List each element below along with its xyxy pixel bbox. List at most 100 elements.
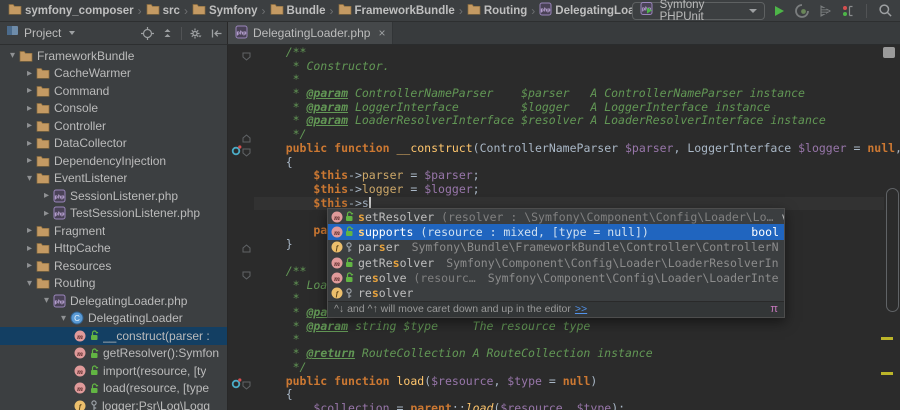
- folder-icon: [36, 225, 50, 237]
- folder-icon: [36, 242, 50, 254]
- chevron-right-icon[interactable]: ▸: [23, 85, 36, 96]
- run-with-coverage-icon[interactable]: [793, 2, 811, 20]
- close-icon[interactable]: ×: [378, 26, 385, 40]
- attach-to-process-icon[interactable]: [839, 2, 857, 20]
- completion-item[interactable]: msetResolver (resolver : \Symfony\Compon…: [328, 209, 784, 224]
- chevron-down-icon[interactable]: ▾: [40, 295, 53, 306]
- fold-marker-icon[interactable]: [242, 377, 251, 395]
- lock-icon: [345, 211, 354, 222]
- chevron-right-icon[interactable]: ▸: [23, 225, 36, 236]
- completion-hint-link[interactable]: >>: [575, 303, 587, 315]
- phpunit-run-config-icon: php: [640, 2, 654, 19]
- inspection-status-indicator[interactable]: [883, 47, 895, 58]
- search-everywhere-icon[interactable]: [876, 2, 894, 20]
- tree-item[interactable]: ▸phpTestSessionListener.php: [0, 205, 227, 223]
- completion-item[interactable]: fparserSymfony\Bundle\FrameworkBundle\Co…: [328, 240, 784, 255]
- tree-item[interactable]: ▾Routing: [0, 275, 227, 293]
- tree-item-label: getResolver():Symfon: [103, 346, 219, 360]
- tree-item[interactable]: ▸Controller: [0, 117, 227, 135]
- hide-icon[interactable]: [210, 27, 223, 40]
- tree-item[interactable]: m__construct(parser :: [0, 327, 227, 345]
- project-panel-header[interactable]: Project: [0, 22, 228, 45]
- chevron-down-icon[interactable]: ▾: [6, 50, 19, 61]
- tree-item[interactable]: ▸Fragment: [0, 222, 227, 240]
- warning-stripe-mark[interactable]: [881, 372, 893, 375]
- code-line: $this->parser = $parser;: [228, 169, 884, 183]
- breadcrumb-item[interactable]: Bundle: [270, 3, 326, 18]
- tree-item[interactable]: ▾EventListener: [0, 170, 227, 188]
- chevron-down-icon[interactable]: ▾: [23, 173, 36, 184]
- method-icon: m: [74, 330, 86, 342]
- breadcrumb-item[interactable]: symfony_composer: [8, 3, 134, 18]
- breadcrumb-separator: ›: [184, 4, 188, 18]
- tree-item[interactable]: ▸DataCollector: [0, 135, 227, 153]
- tree-item[interactable]: flogger:Psr\Log\Logg: [0, 397, 227, 410]
- text-caret: [369, 197, 371, 209]
- chevron-right-icon[interactable]: ▸: [23, 103, 36, 114]
- completion-params: (resource : mixed, [type = null]): [413, 225, 648, 239]
- tree-item[interactable]: ▸phpSessionListener.php: [0, 187, 227, 205]
- run-configuration-select[interactable]: php Symfony PHPUnit: [632, 2, 765, 20]
- chevron-down-icon[interactable]: [69, 31, 75, 35]
- chevron-right-icon[interactable]: ▸: [23, 243, 36, 254]
- code-line: public function load($resource, $type = …: [228, 375, 884, 389]
- override-method-icon[interactable]: [231, 143, 242, 161]
- fold-marker-icon[interactable]: [242, 48, 251, 66]
- chevron-right-icon[interactable]: ▸: [40, 208, 53, 219]
- collapse-icon[interactable]: [161, 27, 174, 40]
- chevron-right-icon[interactable]: ▸: [23, 120, 36, 131]
- chevron-down-icon[interactable]: ▾: [23, 278, 36, 289]
- php-file-icon: php: [235, 25, 248, 42]
- tree-item-label: Command: [54, 84, 109, 98]
- tree-item[interactable]: ▸DependencyInjection: [0, 152, 227, 170]
- run-with-profiler-icon[interactable]: [816, 2, 834, 20]
- code-editor[interactable]: /** * Constructor. * * @param Controller…: [228, 45, 900, 410]
- completion-item[interactable]: mresolve (resourc…Symfony\Component\Conf…: [328, 270, 784, 285]
- fold-marker-icon[interactable]: [242, 144, 251, 162]
- main-toolbar: symfony_composer›src›Symfony›Bundle›Fram…: [0, 0, 900, 22]
- breadcrumb-item[interactable]: Symfony: [192, 3, 258, 18]
- tree-item[interactable]: ▸Resources: [0, 257, 227, 275]
- code-line: {: [228, 388, 884, 402]
- chevron-down-icon: [749, 9, 757, 13]
- breadcrumb-item[interactable]: Routing: [467, 3, 527, 18]
- locate-icon[interactable]: [141, 27, 154, 40]
- chevron-right-icon[interactable]: ▸: [23, 260, 36, 271]
- tree-item[interactable]: ▾CDelegatingLoader: [0, 310, 227, 328]
- tree-item[interactable]: mimport(resource, [ty: [0, 362, 227, 380]
- folder-icon: [36, 85, 50, 97]
- scrollbar-thumb[interactable]: [886, 188, 899, 312]
- breadcrumb-item[interactable]: src: [146, 3, 180, 18]
- chevron-right-icon[interactable]: ▸: [23, 68, 36, 79]
- tree-item[interactable]: mload(resource, [type: [0, 380, 227, 398]
- completion-type-info: Symfony\Component\Config\Loader\LoaderRe…: [446, 256, 779, 270]
- fold-marker-icon[interactable]: [242, 267, 251, 285]
- run-icon[interactable]: [770, 2, 788, 20]
- chevron-down-icon[interactable]: ▾: [57, 313, 70, 324]
- chevron-right-icon[interactable]: ▸: [23, 138, 36, 149]
- chevron-right-icon[interactable]: ▸: [23, 155, 36, 166]
- tab-delegatingloader[interactable]: php DelegatingLoader.php ×: [228, 22, 393, 44]
- svg-text:m: m: [334, 274, 340, 283]
- completion-item[interactable]: mgetResolverSymfony\Component\Config\Loa…: [328, 255, 784, 270]
- breadcrumb-item[interactable]: phpDelegatingLoader.php: [539, 2, 631, 19]
- folder-icon: [36, 102, 50, 114]
- settings-icon[interactable]: [189, 27, 203, 40]
- tree-item[interactable]: ▾FrameworkBundle: [0, 47, 227, 65]
- warning-stripe-mark[interactable]: [881, 337, 893, 340]
- tree-item[interactable]: mgetResolver():Symfon: [0, 345, 227, 363]
- tree-item[interactable]: ▸Console: [0, 100, 227, 118]
- field-icon: f: [331, 241, 343, 253]
- svg-text:m: m: [334, 228, 340, 237]
- chevron-right-icon[interactable]: ▸: [40, 190, 53, 201]
- completion-item[interactable]: fresolver: [328, 285, 784, 300]
- override-method-icon[interactable]: [231, 376, 242, 394]
- completion-item[interactable]: msupports (resource : mixed, [type = nul…: [328, 224, 784, 239]
- key-icon: [345, 288, 354, 299]
- tree-item[interactable]: ▸ Command: [0, 82, 227, 100]
- tree-item[interactable]: ▸HttpCache: [0, 240, 227, 258]
- breadcrumb-item[interactable]: FrameworkBundle: [338, 3, 455, 18]
- tree-item[interactable]: ▸CacheWarmer: [0, 65, 227, 83]
- tree-item[interactable]: ▾phpDelegatingLoader.php: [0, 292, 227, 310]
- fold-marker-icon[interactable]: [242, 240, 251, 258]
